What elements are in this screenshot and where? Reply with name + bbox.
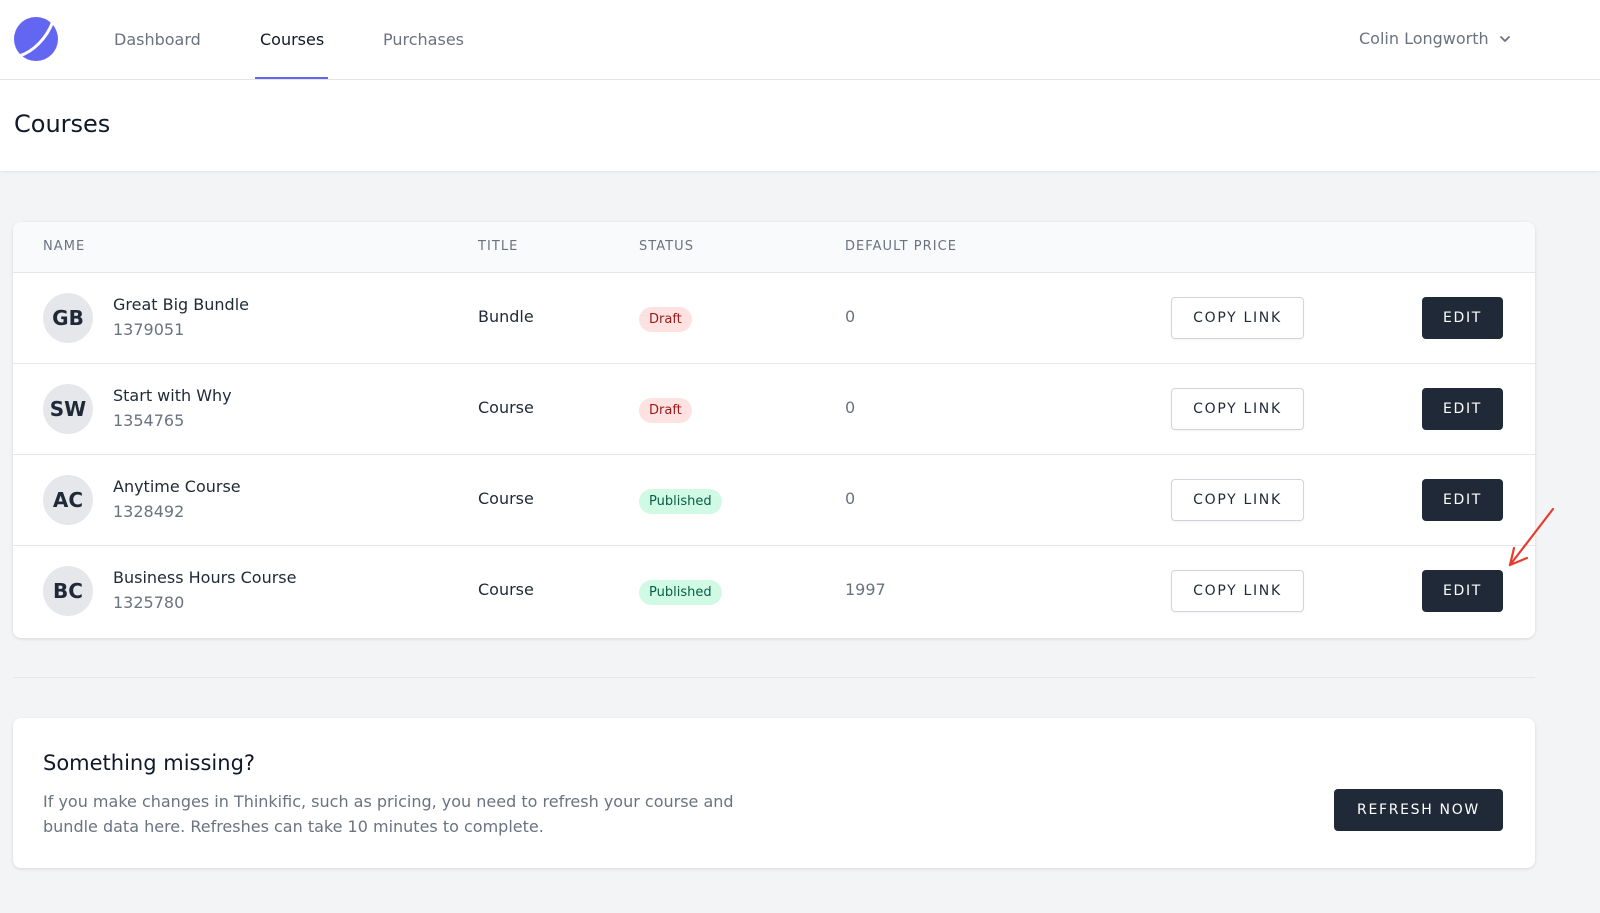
edit-button[interactable]: EDIT	[1422, 297, 1503, 339]
table-row: SW Start with Why 1354765 Course Draft 0…	[13, 364, 1535, 455]
refresh-card-title: Something missing?	[43, 751, 256, 775]
course-name: Anytime Course	[113, 477, 241, 496]
top-navigation: Dashboard Courses Purchases Colin Longwo…	[0, 0, 1600, 80]
column-header-title: Title	[478, 239, 519, 254]
status-badge: Published	[639, 580, 722, 605]
chevron-down-icon	[1499, 36, 1510, 42]
nav-courses[interactable]: Courses	[260, 0, 324, 79]
user-name: Colin Longworth	[1359, 29, 1489, 48]
refresh-now-button[interactable]: REFRESH NOW	[1334, 789, 1503, 831]
nav-purchases[interactable]: Purchases	[383, 0, 464, 79]
app-logo-icon[interactable]	[13, 16, 59, 62]
refresh-card: Something missing? If you make changes i…	[13, 718, 1535, 868]
refresh-card-text: If you make changes in Thinkific, such a…	[43, 789, 743, 839]
page-title: Courses	[14, 110, 111, 138]
table-header: Name Title Status Default Price	[13, 222, 1535, 273]
course-id: 1328492	[113, 502, 185, 521]
column-header-default-price: Default Price	[845, 239, 957, 254]
course-price: 1997	[845, 580, 886, 599]
edit-button[interactable]: EDIT	[1422, 479, 1503, 521]
table-row: GB Great Big Bundle 1379051 Bundle Draft…	[13, 273, 1535, 364]
column-header-status: Status	[639, 239, 695, 254]
course-id: 1325780	[113, 593, 185, 612]
refresh-card-text-line: bundle data here. Refreshes can take 10 …	[43, 817, 544, 836]
course-title: Course	[478, 580, 534, 599]
course-name: Start with Why	[113, 386, 232, 405]
refresh-card-text-line: If you make changes in Thinkific, such a…	[43, 792, 734, 811]
courses-table: Name Title Status Default Price GB Great…	[13, 222, 1535, 638]
avatar: SW	[43, 384, 93, 434]
course-name: Great Big Bundle	[113, 295, 249, 314]
course-price: 0	[845, 398, 856, 417]
avatar: AC	[43, 475, 93, 525]
course-id: 1379051	[113, 320, 185, 339]
page-header: Courses	[0, 80, 1600, 171]
edit-button[interactable]: EDIT	[1422, 388, 1503, 430]
course-price: 0	[845, 307, 856, 326]
course-title: Course	[478, 398, 534, 417]
avatar: BC	[43, 566, 93, 616]
course-name: Business Hours Course	[113, 568, 297, 587]
status-badge: Published	[639, 489, 722, 514]
status-badge: Draft	[639, 398, 692, 423]
status-badge: Draft	[639, 307, 692, 332]
copy-link-button[interactable]: COPY LINK	[1171, 479, 1304, 521]
course-id: 1354765	[113, 411, 185, 430]
user-menu[interactable]: Colin Longworth	[1359, 24, 1511, 54]
edit-button[interactable]: EDIT	[1422, 570, 1503, 612]
avatar: GB	[43, 293, 93, 343]
nav-dashboard[interactable]: Dashboard	[114, 0, 201, 79]
annotation-arrow-icon	[1508, 507, 1555, 567]
course-price: 0	[845, 489, 856, 508]
table-row: BC Business Hours Course 1325780 Course …	[13, 546, 1535, 637]
course-title: Bundle	[478, 307, 534, 326]
copy-link-button[interactable]: COPY LINK	[1171, 570, 1304, 612]
table-row: AC Anytime Course 1328492 Course Publish…	[13, 455, 1535, 546]
section-divider	[13, 677, 1535, 678]
course-title: Course	[478, 489, 534, 508]
copy-link-button[interactable]: COPY LINK	[1171, 297, 1304, 339]
active-tab-indicator	[255, 77, 328, 79]
copy-link-button[interactable]: COPY LINK	[1171, 388, 1304, 430]
column-header-name: Name	[43, 239, 86, 254]
